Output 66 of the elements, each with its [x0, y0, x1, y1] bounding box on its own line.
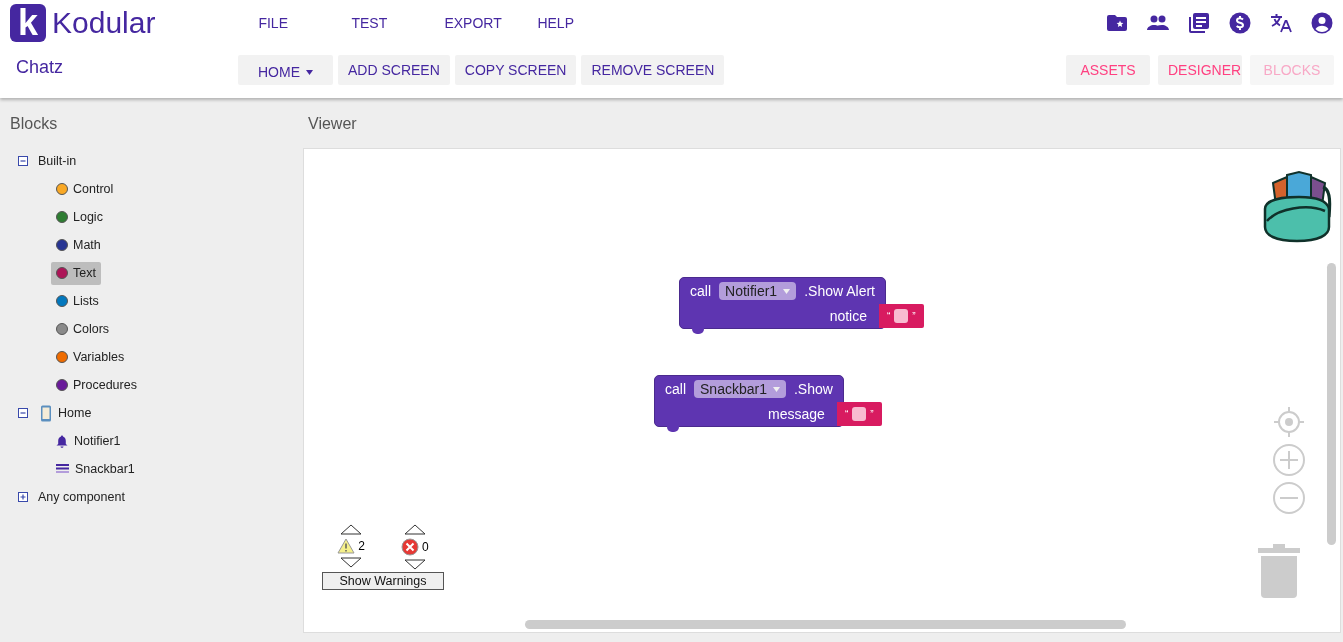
tree-item[interactable]: Math	[51, 233, 106, 257]
menu-item[interactable]: FILE	[258, 14, 352, 31]
empty-text-field[interactable]	[852, 407, 867, 421]
warning-icon	[337, 538, 356, 554]
dollar-icon[interactable]	[1228, 10, 1252, 35]
panel-title: Viewer	[308, 114, 358, 134]
blocks-workspace[interactable]: call Notifier1 .Show Alert notice “ ” call Snackbar1 .Show message “ ” 2 0 Show Warnings	[303, 148, 1341, 633]
method-name: .Show	[793, 381, 833, 397]
expand-icon[interactable]	[18, 492, 28, 502]
error-icon	[401, 538, 419, 556]
menu-item[interactable]: HELP	[537, 14, 631, 31]
up-arrow-icon[interactable]	[340, 524, 363, 535]
down-arrow-icon[interactable]	[340, 557, 363, 568]
text-block[interactable]: “ ”	[879, 304, 924, 328]
project-name: Chatz	[15, 56, 65, 78]
quote-mark: ”	[912, 310, 916, 322]
up-arrow-icon[interactable]	[403, 524, 426, 535]
component-dropdown[interactable]: Notifier1	[719, 282, 797, 300]
tree-item[interactable]: Colors	[51, 317, 115, 341]
screen-button[interactable]: COPY SCREEN	[454, 55, 577, 85]
tree-item[interactable]: Control	[51, 177, 119, 201]
screen-dropdown[interactable]: HOME	[238, 55, 333, 85]
error-count: 0	[422, 540, 429, 554]
caret-icon	[306, 70, 313, 75]
menu-item[interactable]: TEST	[351, 14, 445, 31]
parameter-label: notice	[829, 308, 867, 324]
menu-item[interactable]: EXPORT	[444, 14, 538, 31]
collapse-icon[interactable]	[18, 156, 28, 166]
screen-button[interactable]: ADD SCREEN	[338, 55, 450, 85]
horizontal-scrollbar[interactable]	[525, 620, 1126, 629]
library-icon[interactable]	[1187, 10, 1211, 35]
lines-icon	[56, 463, 69, 475]
bell-icon	[56, 434, 68, 448]
empty-text-field[interactable]	[894, 309, 909, 323]
tree-item[interactable]: Any component	[38, 490, 125, 504]
warning-count: 2	[358, 539, 365, 553]
collapse-icon[interactable]	[18, 408, 28, 418]
component-dropdown[interactable]: Snackbar1	[694, 380, 786, 398]
phone-icon	[40, 404, 52, 422]
tree-item[interactable]: Variables	[51, 345, 130, 369]
method-name: .Show Alert	[804, 283, 875, 299]
screen-button[interactable]: REMOVE SCREEN	[581, 55, 725, 85]
caret-icon	[783, 288, 791, 294]
show-warnings-button[interactable]: Show Warnings	[322, 572, 444, 590]
app-name: Kodular	[52, 5, 156, 40]
tree-item[interactable]: Snackbar1	[51, 457, 140, 481]
tree-item[interactable]: Lists	[51, 289, 104, 313]
text-block[interactable]: “ ”	[836, 402, 882, 426]
quote-mark: ”	[870, 408, 874, 420]
panel-title: Blocks	[10, 114, 59, 134]
quote-mark: “	[887, 310, 891, 322]
block-keyword: call	[690, 283, 711, 299]
caret-icon	[772, 386, 780, 392]
logo: k	[10, 3, 46, 42]
down-arrow-icon[interactable]	[403, 559, 426, 570]
quote-mark: “	[844, 408, 849, 420]
tree-item[interactable]: Procedures	[51, 373, 142, 397]
tree-item[interactable]: Home	[58, 406, 92, 420]
block-keyword: call	[665, 381, 686, 397]
parameter-label: message	[768, 406, 825, 422]
tree-item[interactable]: Built-in	[38, 154, 77, 168]
tree-item[interactable]: Logic	[51, 205, 108, 229]
vertical-scrollbar[interactable]	[1327, 263, 1336, 545]
tree-item[interactable]: Text	[51, 261, 101, 285]
account-icon[interactable]	[1310, 10, 1334, 35]
tree-item[interactable]: Notifier1	[51, 429, 126, 453]
